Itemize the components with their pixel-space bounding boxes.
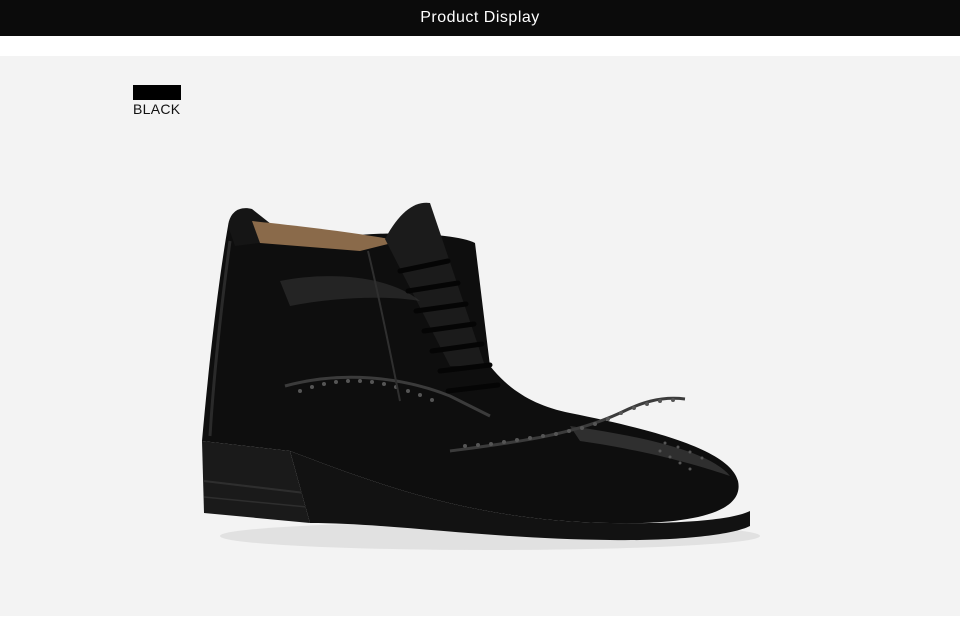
section-title: Product Display bbox=[420, 9, 540, 26]
color-label: BLACK bbox=[133, 101, 181, 117]
boot-image bbox=[202, 202, 760, 550]
color-option: BLACK bbox=[133, 85, 193, 117]
section-header-bar: Product Display bbox=[0, 0, 960, 36]
product-image-panel: BLACK bbox=[0, 56, 960, 616]
color-swatch bbox=[133, 85, 181, 100]
product-display-page: Product Display BLACK bbox=[0, 0, 960, 635]
